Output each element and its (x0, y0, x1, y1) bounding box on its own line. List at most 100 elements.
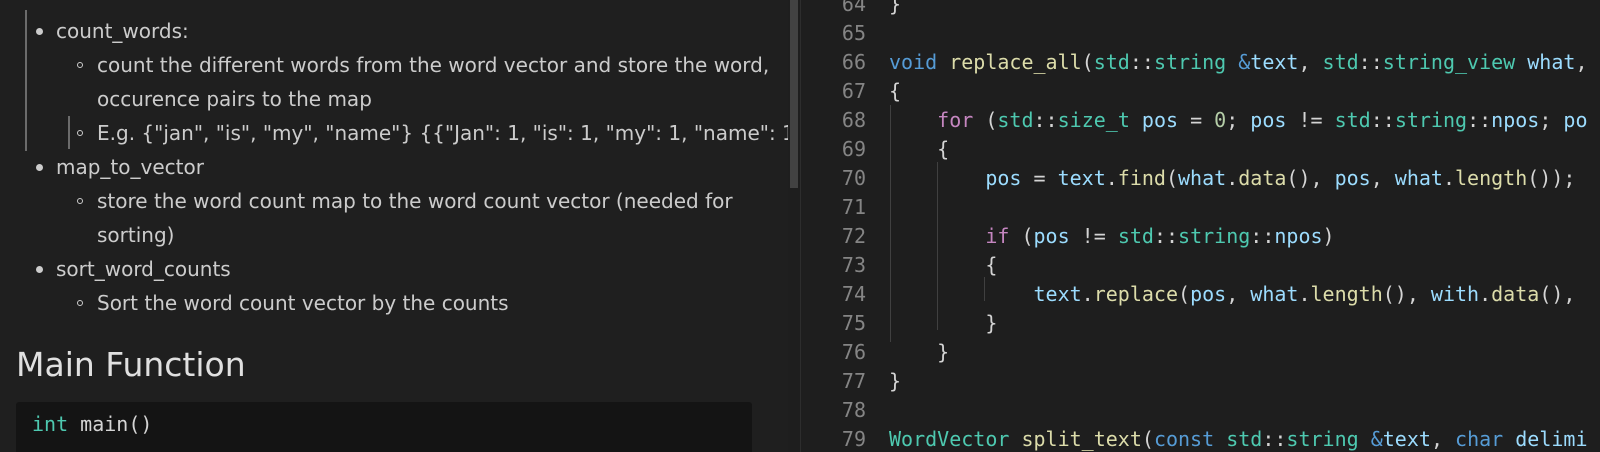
code-token: = (1021, 166, 1058, 190)
list-item-count-words: count_words: (56, 19, 189, 43)
list-item-map-to-vector: map_to_vector (56, 155, 204, 179)
code-token: npos (1491, 108, 1540, 132)
list-subitem: Sort the word count vector by the counts (97, 291, 509, 315)
code-line-75[interactable]: 75 } (801, 309, 1600, 338)
code-token: if (985, 224, 1010, 248)
code-text[interactable]: } (889, 0, 901, 19)
code-text[interactable]: { (889, 251, 997, 280)
indent-guide (890, 105, 891, 342)
code-token: std (1226, 427, 1263, 451)
code-token: data (1238, 166, 1287, 190)
code-token: std (1117, 224, 1154, 248)
indent-guide (984, 277, 985, 301)
code-token: ; (1226, 108, 1251, 132)
code-token: :: (1358, 50, 1383, 74)
code-text[interactable]: text.replace(pos, what.length(), with.da… (889, 280, 1576, 309)
code-token: :: (1153, 224, 1179, 248)
code-token: pos (1334, 166, 1371, 190)
code-line-69[interactable]: 69 { (801, 135, 1600, 164)
code-keyword: int (32, 412, 69, 436)
code-token: string (1394, 108, 1468, 132)
code-text[interactable]: if (pos != std::string::npos) (889, 222, 1334, 251)
code-text[interactable]: } (889, 338, 949, 367)
list-subitem: E.g. {"jan", "is", "my", "name"} {{"Jan"… (97, 121, 788, 145)
code-token: ( (1165, 166, 1179, 190)
code-line-76[interactable]: 76 } (801, 338, 1600, 367)
code-token: string (1178, 224, 1251, 248)
code-token: ( (1081, 50, 1094, 74)
code-token: . (1081, 282, 1094, 306)
line-number: 77 (841, 369, 866, 393)
code-token: text (1250, 50, 1299, 74)
code-token: . (1105, 166, 1118, 190)
code-text[interactable]: { (889, 135, 949, 164)
code-token: char (1455, 427, 1504, 451)
line-number: 68 (841, 108, 866, 132)
preview-scrollbar-thumb[interactable] (790, 0, 798, 188)
line-number: 72 (841, 224, 866, 248)
code-token: pos (1190, 282, 1227, 306)
code-text[interactable]: for (std::size_t pos = 0; pos != std::st… (889, 106, 1587, 135)
line-number: 73 (841, 253, 866, 277)
code-text[interactable]: } (889, 309, 997, 338)
code-text: main() (68, 412, 153, 436)
code-line-70[interactable]: 70 pos = text.find(what.data(), pos, wha… (801, 164, 1600, 193)
code-token: , (1298, 50, 1323, 74)
code-text[interactable]: { (889, 77, 901, 106)
line-number: 66 (841, 50, 866, 74)
code-line-64[interactable]: 64} (801, 0, 1600, 19)
code-line-78[interactable]: 78 (801, 396, 1600, 425)
code-line-79[interactable]: 79 WordVector split_text(const std::strin… (801, 425, 1600, 452)
code-token: { (889, 137, 950, 161)
code-line-71[interactable]: 71 (801, 193, 1600, 222)
code-token: . (1298, 282, 1311, 306)
code-token: data (1491, 282, 1540, 306)
sub-bullet-icon (77, 300, 83, 306)
list-item-sort-word-counts: sort_word_counts (56, 257, 231, 281)
code-text[interactable]: } (889, 367, 901, 396)
code-token: replace_all (949, 50, 1082, 74)
code-editor-pane[interactable]: 64} 65 66 void replace_all(std::string &tex… (801, 0, 1600, 452)
code-line-72[interactable]: 72 if (pos != std::string::npos) (801, 222, 1600, 251)
markdown-preview-pane[interactable]: count_words: count the different words f… (0, 0, 788, 452)
bullet-icon (36, 164, 43, 171)
code-token: size_t (1057, 108, 1130, 132)
code-token: :: (1467, 108, 1492, 132)
line-number: 64 (841, 0, 866, 16)
code-line-77[interactable]: 77} (801, 367, 1600, 396)
code-token: (), (1382, 282, 1431, 306)
code-token: pos (985, 166, 1022, 190)
code-token: find (1117, 166, 1166, 190)
code-token: what (1394, 166, 1443, 190)
list-subitem: count the different words from the word … (97, 53, 770, 77)
code-text[interactable]: pos = text.find(what.data(), pos, what.l… (889, 164, 1575, 193)
line-number: 76 (841, 340, 866, 364)
code-token: text (1382, 427, 1431, 451)
blockquote-bar (25, 10, 27, 151)
code-line-66[interactable]: 66 void replace_all(std::string &text, st… (801, 48, 1600, 77)
code-text[interactable]: WordVector split_text(const std::string … (889, 425, 1588, 452)
code-token: with (1430, 282, 1480, 306)
code-line-73[interactable]: 73 { (801, 251, 1600, 280)
code-token: length (1455, 166, 1528, 190)
code-token: . (1226, 166, 1239, 190)
code-token: & (1370, 427, 1383, 451)
code-line-65[interactable]: 65 (801, 19, 1600, 48)
code-token: delimi (1515, 427, 1588, 451)
code-token: } (889, 0, 902, 16)
code-line-74[interactable]: 74 text.replace(pos, what.length(), with… (801, 280, 1600, 309)
code-text[interactable]: void replace_all(std::string &text, std:… (889, 48, 1587, 77)
code-line-67[interactable]: 67 { (801, 77, 1600, 106)
line-number: 71 (841, 195, 866, 219)
code-token: std (1334, 108, 1371, 132)
sub-bullet-icon (77, 198, 83, 204)
code-token: . (1442, 166, 1456, 190)
code-line-68[interactable]: 68 for (std::size_t pos = 0; pos != std:… (801, 106, 1600, 135)
